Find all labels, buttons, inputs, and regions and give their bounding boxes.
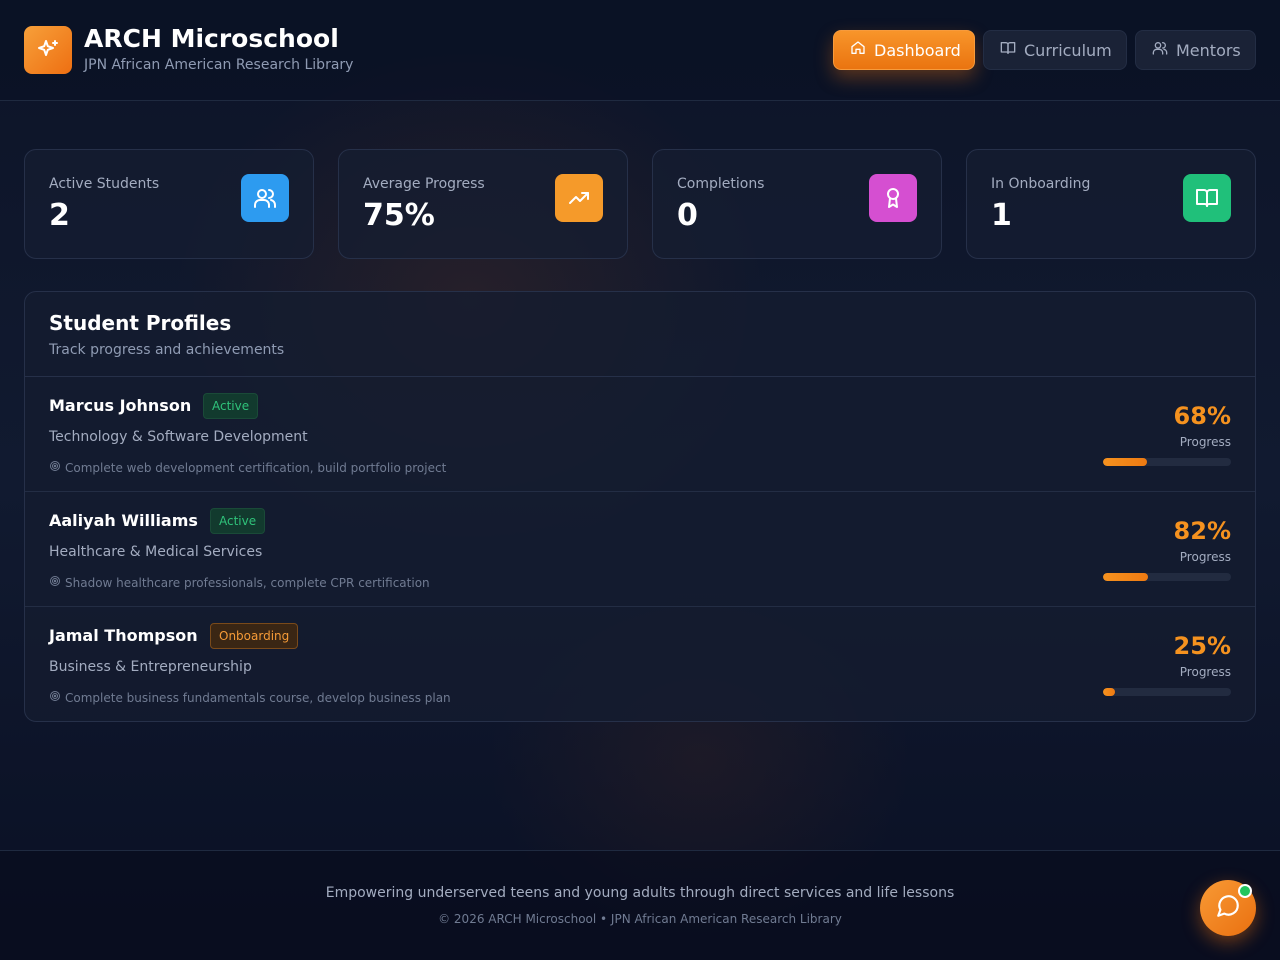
progress-bar (1103, 688, 1231, 696)
nav-curriculum-label: Curriculum (1024, 40, 1112, 60)
student-field: Business & Entrepreneurship (49, 659, 252, 675)
target-icon (49, 690, 61, 705)
app-footer: Empowering underserved teens and young a… (0, 850, 1280, 960)
student-row[interactable]: Marcus Johnson Active Technology & Softw… (25, 377, 1255, 492)
nav-mentors-button[interactable]: Mentors (1135, 30, 1256, 70)
status-badge: Active (203, 393, 259, 419)
stat-label: In Onboarding (991, 176, 1091, 192)
stat-value: 0 (677, 198, 698, 233)
goal-text: Complete business fundamentals course, d… (65, 690, 451, 705)
nav-mentors-label: Mentors (1176, 40, 1241, 60)
progress-label: Progress (1179, 435, 1231, 449)
nav-dashboard-label: Dashboard (874, 40, 961, 60)
panel-subtitle: Track progress and achievements (49, 342, 285, 358)
stat-card-in-onboarding: In Onboarding 1 (966, 149, 1256, 259)
nav-dashboard-button[interactable]: Dashboard (833, 30, 975, 70)
progress-bar-fill (1103, 688, 1115, 696)
goal-text: Complete web development certification, … (65, 460, 447, 475)
student-field: Healthcare & Medical Services (49, 544, 263, 560)
status-badge: Onboarding (210, 623, 299, 649)
book-icon (1000, 40, 1016, 60)
users-icon (241, 174, 289, 222)
footer-tagline: Empowering underserved teens and young a… (325, 885, 955, 901)
goal-text: Shadow healthcare professionals, complet… (65, 575, 430, 590)
stat-label: Active Students (49, 176, 160, 192)
student-name: Jamal Thompson (49, 626, 198, 645)
progress-bar (1103, 458, 1231, 466)
student-goal: Complete business fundamentals course, d… (49, 690, 451, 705)
student-name: Marcus Johnson (49, 396, 192, 415)
status-badge: Active (210, 508, 266, 534)
student-row[interactable]: Aaliyah Williams Active Healthcare & Med… (25, 492, 1255, 607)
student-name: Aaliyah Williams (49, 511, 198, 530)
progress-bar-fill (1103, 458, 1147, 466)
app-subtitle: JPN African American Research Library (84, 57, 354, 73)
target-icon (49, 575, 61, 590)
footer-copyright: © 2026 ARCH Microschool • JPN African Am… (438, 912, 842, 926)
progress-percent: 82% (1173, 517, 1231, 545)
stat-value: 1 (991, 198, 1012, 233)
trending-up-icon (555, 174, 603, 222)
chat-button[interactable] (1200, 880, 1256, 936)
progress-percent: 25% (1173, 632, 1231, 660)
target-icon (49, 460, 61, 475)
student-goal: Shadow healthcare professionals, complet… (49, 575, 430, 590)
app-title: ARCH Microschool (84, 24, 339, 53)
student-goal: Complete web development certification, … (49, 460, 446, 475)
student-field: Technology & Software Development (49, 429, 308, 445)
student-row[interactable]: Jamal Thompson Onboarding Business & Ent… (25, 607, 1255, 721)
stat-label: Completions (677, 176, 765, 192)
stat-card-completions: Completions 0 (652, 149, 942, 259)
student-profiles-panel: Student Profiles Track progress and achi… (24, 291, 1256, 722)
panel-title: Student Profiles (49, 311, 232, 335)
notification-dot (1238, 884, 1252, 898)
stat-value: 75% (363, 198, 435, 233)
stat-label: Average Progress (363, 176, 485, 192)
progress-bar (1103, 573, 1231, 581)
progress-label: Progress (1179, 665, 1231, 679)
progress-bar-fill (1103, 573, 1148, 581)
stat-value: 2 (49, 198, 70, 233)
progress-percent: 68% (1173, 402, 1231, 430)
award-icon (869, 174, 917, 222)
nav-curriculum-button[interactable]: Curriculum (983, 30, 1127, 70)
panel-header: Student Profiles Track progress and achi… (25, 292, 1255, 377)
progress-label: Progress (1179, 550, 1231, 564)
message-circle-icon (1215, 893, 1241, 923)
sparkles-icon (24, 26, 72, 74)
stat-card-average-progress: Average Progress 75% (338, 149, 628, 259)
app-header: ARCH Microschool JPN African American Re… (0, 0, 1280, 101)
stat-card-active-students: Active Students 2 (24, 149, 314, 259)
users-icon (1152, 40, 1168, 60)
book-open-icon (1183, 174, 1231, 222)
home-icon (850, 40, 866, 60)
